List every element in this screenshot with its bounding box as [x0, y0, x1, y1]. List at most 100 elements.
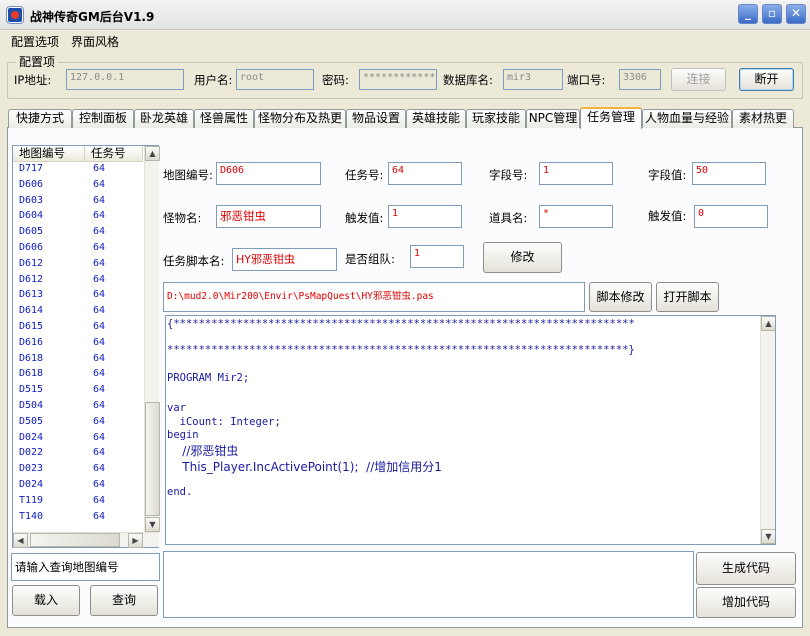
- trigger-value-label: 触发值:: [345, 211, 384, 225]
- list-item[interactable]: D614 64: [13, 305, 143, 321]
- config-group-title: 配置项: [16, 53, 59, 70]
- list-item-map-id: D618: [19, 352, 44, 364]
- field-value-label: 字段值:: [648, 168, 687, 182]
- close-button[interactable]: ✕: [786, 4, 806, 24]
- list-item-task-id: 64: [93, 242, 106, 253]
- team-field[interactable]: 1: [410, 245, 464, 268]
- tab-asset-hot-update[interactable]: 素材热更: [732, 109, 794, 128]
- tab-item-settings[interactable]: 物品设置: [346, 109, 406, 128]
- trigger-value-field[interactable]: 1: [388, 205, 462, 228]
- list-item-task-id: 64: [93, 510, 106, 522]
- field-no-label: 字段号:: [489, 168, 528, 182]
- script-editor[interactable]: {***************************************…: [165, 315, 776, 545]
- tab-monster-distribution[interactable]: 怪物分布及热更: [254, 109, 346, 128]
- editor-vertical-scrollbar[interactable]: ▲ ▼: [760, 316, 775, 544]
- list-item[interactable]: T119 64: [13, 495, 143, 511]
- menu-config-options[interactable]: 配置选项: [11, 33, 59, 50]
- scroll-up-icon[interactable]: ▲: [145, 146, 160, 161]
- title-bar: 战神传奇GM后台V1.9 _ ▫ ✕: [0, 0, 810, 30]
- list-item[interactable]: D618 64: [13, 353, 143, 369]
- list-item[interactable]: D612 64: [13, 274, 143, 290]
- map-query-input[interactable]: 请输入查询地图编号: [11, 553, 160, 581]
- list-item[interactable]: D515 64: [13, 384, 143, 400]
- menu-bar: 配置选项 界面风格: [0, 31, 810, 51]
- list-item[interactable]: D615 64: [13, 321, 143, 337]
- list-item[interactable]: D613 64: [13, 289, 143, 305]
- db-field[interactable]: mir3: [503, 69, 563, 90]
- list-item[interactable]: D504 64: [13, 400, 143, 416]
- script-path-field[interactable]: D:\mud2.0\Mir200\Envir\PsMapQuest\HY邪恶钳虫…: [163, 282, 585, 312]
- trigger-value-2-field[interactable]: 0: [694, 205, 768, 228]
- list-item[interactable]: D023 64: [13, 463, 143, 479]
- list-item[interactable]: D618 64: [13, 368, 143, 384]
- list-item-task-id: 64: [93, 305, 106, 317]
- tab-control-panel[interactable]: 控制面板: [72, 109, 134, 128]
- field-no-field[interactable]: 1: [539, 162, 613, 185]
- modify-button[interactable]: 修改: [483, 242, 562, 273]
- map-id-field[interactable]: D606: [216, 162, 321, 185]
- list-item-map-id: D618: [19, 368, 44, 380]
- list-item[interactable]: D505 64: [13, 416, 143, 432]
- list-item[interactable]: D024 64: [13, 432, 143, 448]
- generate-code-button[interactable]: 生成代码: [696, 552, 796, 585]
- scroll-down-icon[interactable]: ▼: [145, 517, 160, 532]
- monster-name-field[interactable]: 邪恶钳虫: [216, 205, 321, 228]
- tab-shortcuts[interactable]: 快捷方式: [8, 109, 72, 128]
- minimize-button[interactable]: _: [738, 4, 758, 24]
- task-id-field[interactable]: 64: [388, 162, 462, 185]
- tab-hero-skills[interactable]: 英雄技能: [406, 109, 466, 128]
- user-field[interactable]: root: [236, 69, 314, 90]
- list-item-map-id: D024: [19, 479, 44, 490]
- list-item[interactable]: D022 64: [13, 447, 143, 463]
- list-item[interactable]: D612 64: [13, 258, 143, 274]
- list-item[interactable]: D024 64: [13, 479, 143, 495]
- list-vertical-scrollbar[interactable]: ▲ ▼: [144, 146, 160, 532]
- password-field[interactable]: ************: [359, 69, 437, 90]
- list-horizontal-scrollbar[interactable]: ◀ ▶: [13, 532, 159, 548]
- tab-monster-attributes[interactable]: 怪兽属性: [194, 109, 254, 128]
- maximize-button[interactable]: ▫: [762, 4, 782, 24]
- output-textarea[interactable]: [163, 551, 694, 618]
- tab-task-management[interactable]: 任务管理: [580, 107, 642, 129]
- tab-player-skills[interactable]: 玩家技能: [466, 109, 526, 128]
- code-line: //邪恶钳虫: [167, 444, 239, 458]
- load-button[interactable]: 载入: [12, 585, 80, 616]
- tab-wolong-hero[interactable]: 卧龙英雄: [134, 109, 194, 128]
- list-item-map-id: D613: [19, 289, 44, 301]
- port-field[interactable]: 3306: [619, 69, 661, 90]
- disconnect-button[interactable]: 断开: [739, 68, 794, 91]
- list-item[interactable]: D606 64: [13, 242, 143, 258]
- editor-scroll-up-icon[interactable]: ▲: [761, 316, 775, 331]
- col-header-task[interactable]: 任务号: [85, 146, 143, 162]
- list-item-task-id: 64: [93, 163, 106, 174]
- connect-button[interactable]: 连接: [671, 68, 726, 91]
- scroll-left-icon[interactable]: ◀: [13, 533, 28, 548]
- hscroll-thumb[interactable]: [30, 533, 120, 547]
- col-header-map[interactable]: 地图编号: [13, 146, 85, 162]
- query-button[interactable]: 查询: [90, 585, 158, 616]
- list-item[interactable]: T140 64: [13, 511, 143, 527]
- script-name-field[interactable]: HY邪恶钳虫: [232, 248, 337, 271]
- list-item[interactable]: D717 64: [13, 163, 143, 179]
- editor-scroll-down-icon[interactable]: ▼: [761, 529, 775, 544]
- add-code-button[interactable]: 增加代码: [696, 587, 796, 618]
- list-item-map-id: D505: [19, 415, 44, 427]
- menu-ui-style[interactable]: 界面风格: [71, 33, 119, 50]
- item-name-field[interactable]: *: [539, 205, 613, 228]
- list-item-map-id: D603: [19, 194, 44, 206]
- list-item[interactable]: D603 64: [13, 195, 143, 211]
- tab-npc-management[interactable]: NPC管理: [526, 109, 580, 128]
- team-label: 是否组队:: [345, 252, 395, 266]
- list-item[interactable]: D605 64: [13, 226, 143, 242]
- edit-script-button[interactable]: 脚本修改: [589, 282, 652, 312]
- list-item[interactable]: D604 64: [13, 210, 143, 226]
- scroll-thumb[interactable]: [145, 402, 160, 516]
- scroll-right-icon[interactable]: ▶: [128, 533, 143, 548]
- list-item[interactable]: D616 64: [13, 337, 143, 353]
- field-value-field[interactable]: 50: [692, 162, 766, 185]
- tab-character-hp-exp[interactable]: 人物血量与经验: [642, 109, 732, 128]
- map-task-list[interactable]: 地图编号 任务号 D717 64 D606 64 D603 64 D604 64 D605 64 D…: [12, 145, 160, 548]
- list-item[interactable]: D606 64: [13, 179, 143, 195]
- ip-field[interactable]: 127.0.0.1: [66, 69, 184, 90]
- open-script-button[interactable]: 打开脚本: [656, 282, 719, 312]
